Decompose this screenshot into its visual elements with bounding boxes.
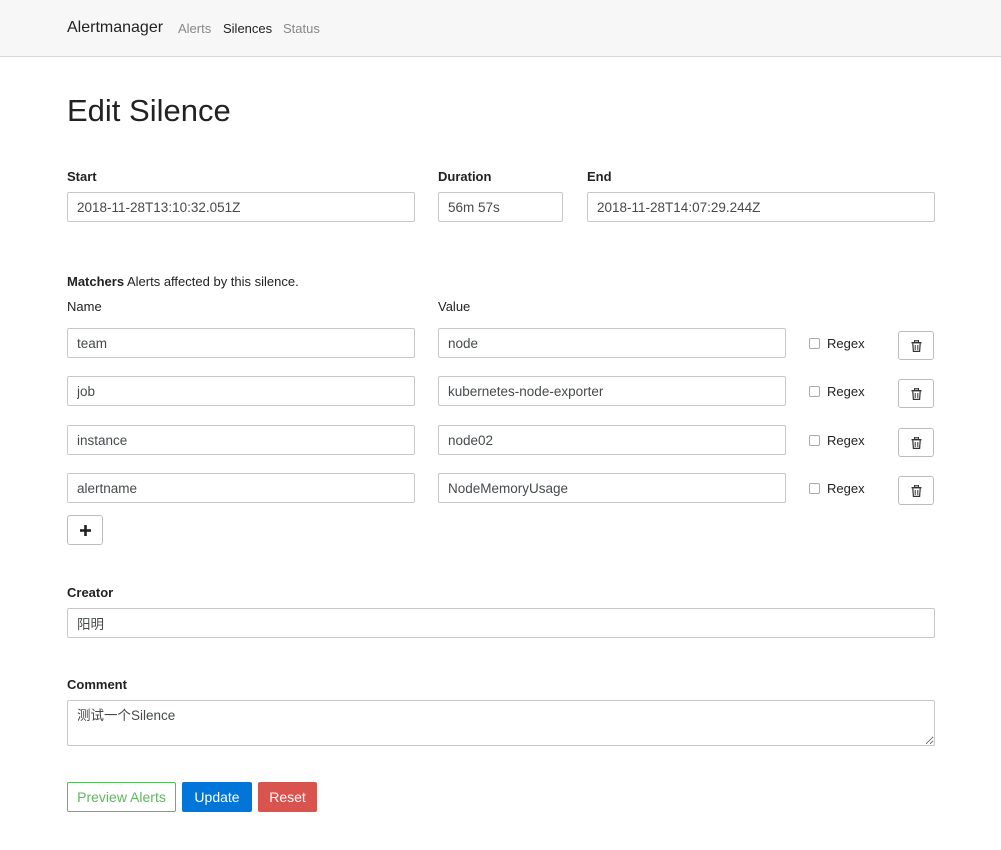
matcher-name-header: Name (67, 299, 102, 314)
nav-link-status[interactable]: Status (283, 21, 320, 36)
matchers-title: Matchers (67, 274, 125, 289)
matcher-name-input[interactable] (67, 425, 415, 455)
regex-label: Regex (827, 335, 865, 351)
trash-icon (911, 387, 921, 400)
regex-toggle[interactable]: Regex (809, 334, 865, 352)
nav-link-alerts[interactable]: Alerts (178, 21, 211, 36)
matcher-value-header: Value (438, 299, 471, 314)
regex-checkbox[interactable] (809, 482, 820, 494)
start-label: Start (67, 169, 97, 184)
matcher-name-input[interactable] (67, 473, 415, 503)
nav-link-silences[interactable]: Silences (223, 21, 272, 36)
delete-matcher-button[interactable] (898, 379, 934, 408)
comment-label: Comment (67, 677, 127, 692)
navbar: Alertmanager Alerts Silences Status (0, 0, 1001, 57)
matcher-name-input[interactable] (67, 376, 415, 406)
matcher-value-input[interactable] (438, 376, 786, 406)
reset-button[interactable]: Reset (258, 782, 317, 812)
end-label: End (587, 169, 612, 184)
regex-label: Regex (827, 383, 865, 399)
brand-logo[interactable]: Alertmanager (67, 19, 163, 37)
update-button[interactable]: Update (182, 782, 252, 812)
delete-matcher-button[interactable] (898, 331, 934, 360)
creator-label: Creator (67, 585, 114, 600)
add-matcher-button[interactable] (67, 515, 103, 545)
start-input[interactable] (67, 192, 415, 222)
regex-label: Regex (827, 432, 865, 448)
regex-toggle[interactable]: Regex (809, 431, 865, 449)
regex-checkbox[interactable] (809, 434, 820, 446)
end-input[interactable] (587, 192, 935, 222)
delete-matcher-button[interactable] (898, 476, 934, 505)
page-title: Edit Silence (67, 93, 231, 128)
preview-alerts-button[interactable]: Preview Alerts (67, 782, 176, 812)
comment-textarea[interactable]: 测试一个Silence (67, 700, 935, 746)
regex-checkbox[interactable] (809, 337, 820, 349)
regex-label: Regex (827, 480, 865, 496)
matchers-heading: Matchers Alerts affected by this silence… (67, 274, 299, 289)
matcher-value-input[interactable] (438, 425, 786, 455)
duration-label: Duration (438, 169, 492, 184)
plus-icon (79, 524, 91, 536)
regex-checkbox[interactable] (809, 385, 820, 397)
matcher-name-input[interactable] (67, 328, 415, 358)
trash-icon (911, 436, 921, 449)
trash-icon (911, 484, 921, 497)
duration-input[interactable] (438, 192, 563, 222)
regex-toggle[interactable]: Regex (809, 479, 865, 497)
delete-matcher-button[interactable] (898, 428, 934, 457)
matcher-value-input[interactable] (438, 328, 786, 358)
regex-toggle[interactable]: Regex (809, 382, 865, 400)
matcher-value-input[interactable] (438, 473, 786, 503)
matchers-subtitle: Alerts affected by this silence. (126, 274, 299, 289)
trash-icon (911, 339, 921, 352)
creator-input[interactable] (67, 608, 935, 638)
